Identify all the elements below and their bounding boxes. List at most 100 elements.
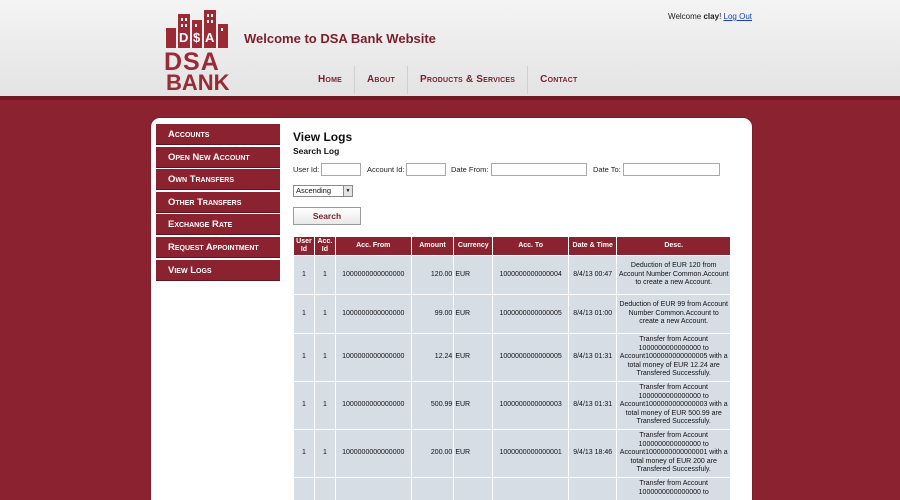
table-cell: 99.00	[411, 295, 454, 333]
column-header[interactable]: Currency	[454, 237, 493, 255]
table-cell: EUR	[454, 256, 493, 294]
top-navigation: Home About Products & Services Contact	[306, 66, 589, 94]
sidebar-item-accounts[interactable]: Accounts	[156, 124, 280, 145]
table-cell: Transfer from Account 1000000000000000 t…	[617, 334, 730, 381]
table-cell: EUR	[454, 382, 493, 429]
table-cell: 1000000000000001	[493, 430, 568, 477]
table-cell: 1	[314, 256, 335, 294]
table-cell: 1000000000000000	[335, 334, 411, 381]
column-header[interactable]: Acc. From	[335, 237, 411, 255]
date-from-input[interactable]	[491, 163, 587, 176]
svg-text:$: $	[193, 30, 201, 45]
table-cell: 1000000000000000	[335, 430, 411, 477]
table-row: 1 1 1000000000000000 12.24 EUR 100000000…	[294, 334, 730, 381]
table-cell: EUR	[454, 334, 493, 381]
user-id-label: User Id:	[293, 165, 320, 174]
table-row: 1 1 1000000000000000 200.00 EUR 10000000…	[294, 430, 730, 477]
table-cell	[568, 478, 617, 500]
column-header[interactable]: Desc.	[617, 237, 730, 255]
table-cell: 500.99	[411, 382, 454, 429]
nav-contact[interactable]: Contact	[528, 66, 589, 94]
chevron-down-icon: ▼	[343, 186, 352, 196]
building-skyline-icon: D $ A	[166, 10, 228, 48]
table-cell: 8/4/13 01:00	[568, 295, 617, 333]
table-cell: 1	[314, 430, 335, 477]
table-cell: 1	[294, 430, 314, 477]
logout-link[interactable]: Log Out	[724, 12, 752, 21]
table-cell: 1000000000000005	[493, 334, 568, 381]
table-cell: 1	[294, 295, 314, 333]
page-title: View Logs	[293, 130, 353, 144]
column-header[interactable]: User Id	[294, 237, 314, 255]
sidebar-item-view-logs[interactable]: View Logs	[156, 259, 280, 281]
dsa-bank-logo[interactable]: D $ A DSA BANK	[156, 6, 236, 95]
nav-about[interactable]: About	[355, 66, 409, 94]
table-cell	[454, 478, 493, 500]
column-header[interactable]: Amount	[411, 237, 454, 255]
table-cell: Deduction of EUR 99 from Account Number …	[617, 295, 730, 333]
site-welcome-title: Welcome to DSA Bank Website	[244, 31, 436, 46]
table-cell: 1000000000000000	[335, 382, 411, 429]
search-button[interactable]: Search	[293, 207, 361, 225]
username: clay	[703, 12, 720, 21]
table-cell	[493, 478, 568, 500]
account-id-label: Account Id:	[367, 165, 405, 174]
table-header-row: User Id Acc. Id Acc. From Amount Currenc…	[294, 237, 730, 255]
nav-home[interactable]: Home	[306, 66, 355, 94]
table-cell: 12.24	[411, 334, 454, 381]
table-cell: EUR	[454, 295, 493, 333]
column-header[interactable]: Acc. Id	[314, 237, 335, 255]
user-id-input[interactable]	[321, 163, 361, 176]
greeting-text: Welcome	[668, 12, 702, 21]
table-row: 1 1 1000000000000000 120.00 EUR 10000000…	[294, 256, 730, 294]
svg-text:A: A	[205, 30, 215, 45]
table-cell: EUR	[454, 430, 493, 477]
sidebar-item-open-new-account[interactable]: Open New Account	[156, 146, 280, 168]
user-greeting: Welcome clay! Log Out	[668, 12, 752, 21]
svg-text:D: D	[179, 30, 188, 45]
sidebar-item-own-transfers[interactable]: Own Transfers	[156, 169, 280, 191]
table-cell	[411, 478, 454, 500]
search-filters: User Id: Account Id: Date From: Date To:	[293, 163, 733, 177]
table-cell: Transfer from Account 1000000000000000 t…	[617, 382, 730, 429]
table-cell: Transfer from Account 1000000000000000 t…	[617, 430, 730, 477]
table-cell: 1000000000000004	[493, 256, 568, 294]
table-cell: 1000000000000003	[493, 382, 568, 429]
table-row: Transfer from Account 1000000000000000 t…	[294, 478, 730, 500]
table-cell: 8/4/13 01:31	[568, 334, 617, 381]
table-cell: 1	[314, 382, 335, 429]
table-cell: 8/4/13 01:31	[568, 382, 617, 429]
table-cell: 1	[314, 334, 335, 381]
sort-order-select[interactable]: Ascending ▼	[293, 185, 353, 197]
table-row: 1 1 1000000000000000 99.00 EUR 100000000…	[294, 295, 730, 333]
table-cell: Transfer from Account 1000000000000000 t…	[617, 478, 730, 500]
table-cell: 1	[294, 256, 314, 294]
sort-order-value: Ascending	[296, 186, 332, 195]
sidebar-item-request-appointment[interactable]: Request Appointment	[156, 236, 280, 258]
table-cell: 1	[294, 334, 314, 381]
nav-products-services[interactable]: Products & Services	[408, 66, 529, 94]
table-cell: 9/4/13 18:46	[568, 430, 617, 477]
table-cell: 1000000000000005	[493, 295, 568, 333]
table-cell	[294, 478, 314, 500]
date-to-label: Date To:	[593, 165, 621, 174]
date-from-label: Date From:	[451, 165, 489, 174]
greeting-exclaim: !	[719, 12, 722, 21]
table-cell: 120.00	[411, 256, 454, 294]
sidebar: Accounts Open New Account Own Transfers …	[156, 124, 280, 282]
column-header[interactable]: Acc. To	[493, 237, 568, 255]
table-cell: 200.00	[411, 430, 454, 477]
table-cell: 1	[294, 382, 314, 429]
table-cell: 1000000000000000	[335, 295, 411, 333]
column-header[interactable]: Date & Time	[568, 237, 617, 255]
table-cell: 1	[314, 295, 335, 333]
logo-bank-text: BANK	[166, 70, 230, 95]
table-cell: Deduction of EUR 120 from Account Number…	[617, 256, 730, 294]
sidebar-item-other-transfers[interactable]: Other Transfers	[156, 191, 280, 213]
account-id-input[interactable]	[406, 163, 446, 176]
header-divider	[0, 96, 900, 100]
table-cell: 8/4/13 00:47	[568, 256, 617, 294]
sidebar-item-exchange-rate[interactable]: Exchange Rate	[156, 214, 280, 236]
date-to-input[interactable]	[623, 163, 720, 176]
table-cell: 1000000000000000	[335, 256, 411, 294]
